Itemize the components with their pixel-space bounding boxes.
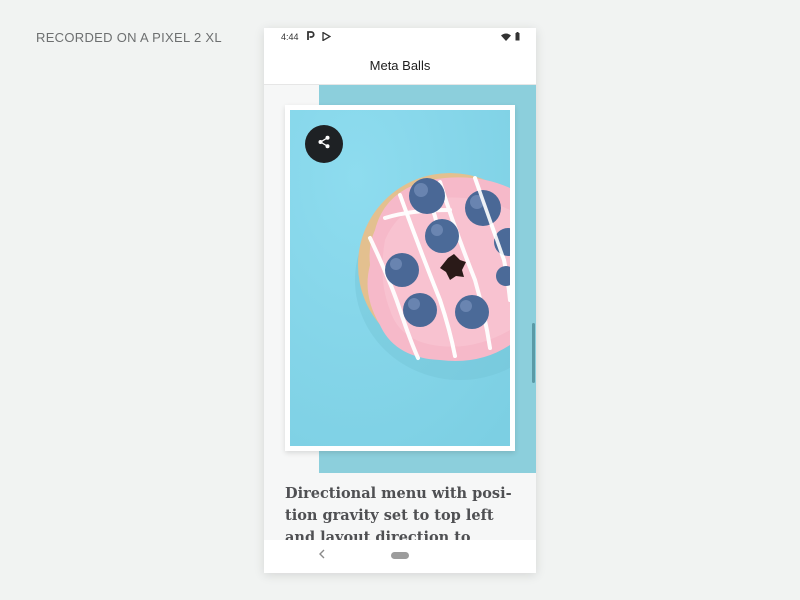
scrollbar-thumb[interactable] xyxy=(532,323,535,383)
battery-icon xyxy=(515,32,520,43)
share-icon xyxy=(317,135,331,154)
system-icons xyxy=(501,32,520,43)
phone-screen: 4:44 Meta Balls Directional menu with po… xyxy=(264,28,536,573)
p-icon xyxy=(307,31,315,44)
status-bar: 4:44 xyxy=(264,28,536,48)
card-headline: Directional menu with posi-tion gravity … xyxy=(285,485,512,540)
back-chevron-icon[interactable] xyxy=(318,547,326,563)
donut-image xyxy=(290,110,510,446)
share-button[interactable] xyxy=(305,125,343,163)
image-card[interactable] xyxy=(285,105,515,451)
app-bar: Meta Balls xyxy=(264,48,536,85)
home-pill-icon[interactable] xyxy=(391,552,409,559)
content-scroll-area[interactable]: Directional menu with posi-tion gravity … xyxy=(264,85,536,540)
navigation-bar xyxy=(264,540,536,573)
status-time: 4:44 xyxy=(281,32,299,42)
app-title: Meta Balls xyxy=(369,58,431,73)
wifi-icon xyxy=(501,33,511,43)
recorded-caption: RECORDED ON A PIXEL 2 XL xyxy=(36,30,222,45)
play-store-icon xyxy=(322,31,332,43)
